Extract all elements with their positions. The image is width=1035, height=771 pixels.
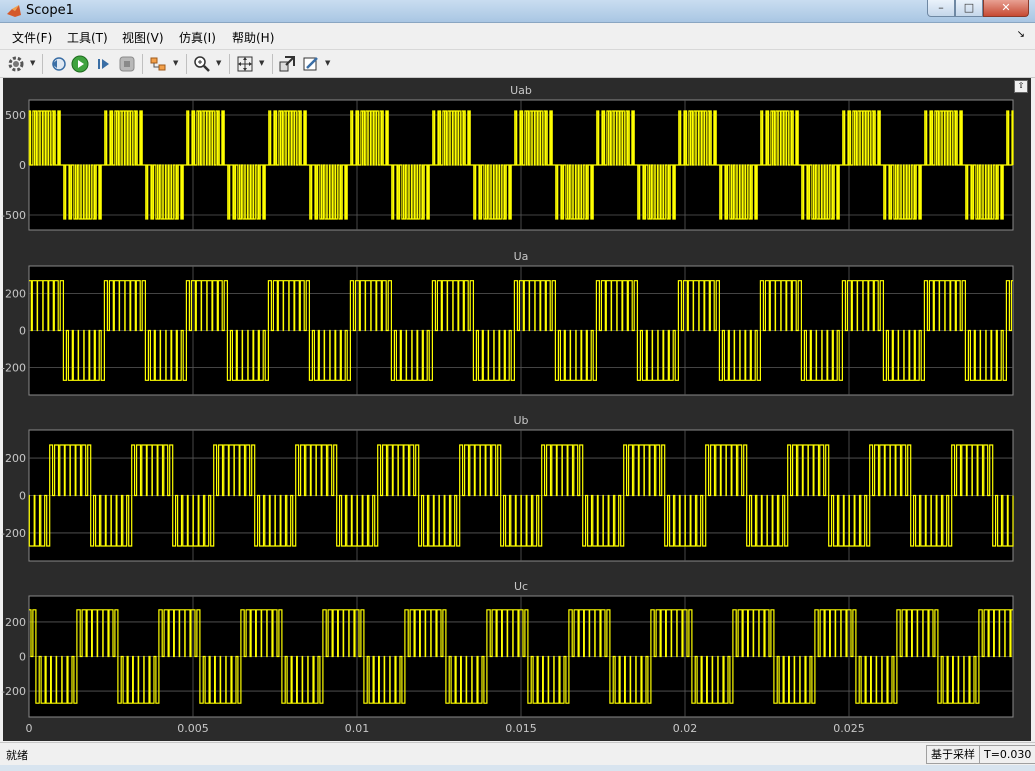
y-tick-label: 0	[19, 651, 26, 664]
x-tick-label: 0.01	[345, 722, 370, 735]
plot-title: Uc	[514, 580, 528, 593]
taskbar-strip	[0, 765, 1035, 771]
plot-title: Ub	[513, 414, 528, 427]
y-tick-label: 200	[5, 288, 26, 301]
status-bar: 就绪 基于采样 T=0.030	[0, 742, 1035, 765]
x-tick-label: 0	[26, 722, 33, 735]
sample-mode-indicator: 基于采样	[926, 745, 980, 764]
plot-title: Ua	[514, 250, 529, 263]
x-tick-label: 0.015	[505, 722, 537, 735]
plot-title: Uab	[510, 84, 532, 97]
y-tick-label: -200	[1, 527, 26, 540]
x-tick-label: 0.005	[177, 722, 209, 735]
y-tick-label: 0	[19, 325, 26, 338]
y-tick-label: -500	[1, 209, 26, 222]
scope-window: Scope1 – □ ✕ 文件(F) 工具(T) 视图(V) 仿真(I) 帮助(…	[0, 0, 1035, 771]
y-tick-label: 200	[5, 452, 26, 465]
y-tick-label: -200	[1, 685, 26, 698]
y-tick-label: 200	[5, 616, 26, 629]
scope-plots: Uab -500 0 500 Ua -200 0 200 Ub -200 0 200 Uc -200 0 20…	[1, 84, 1014, 735]
x-tick-label: 0.02	[673, 722, 698, 735]
status-text: 就绪	[6, 749, 28, 762]
x-tick-label: 0.025	[833, 722, 865, 735]
y-tick-label: 0	[19, 490, 26, 503]
y-tick-label: 500	[5, 109, 26, 122]
y-tick-label: 0	[19, 159, 26, 172]
y-tick-label: -200	[1, 361, 26, 374]
simulation-time-indicator: T=0.030	[979, 745, 1035, 764]
